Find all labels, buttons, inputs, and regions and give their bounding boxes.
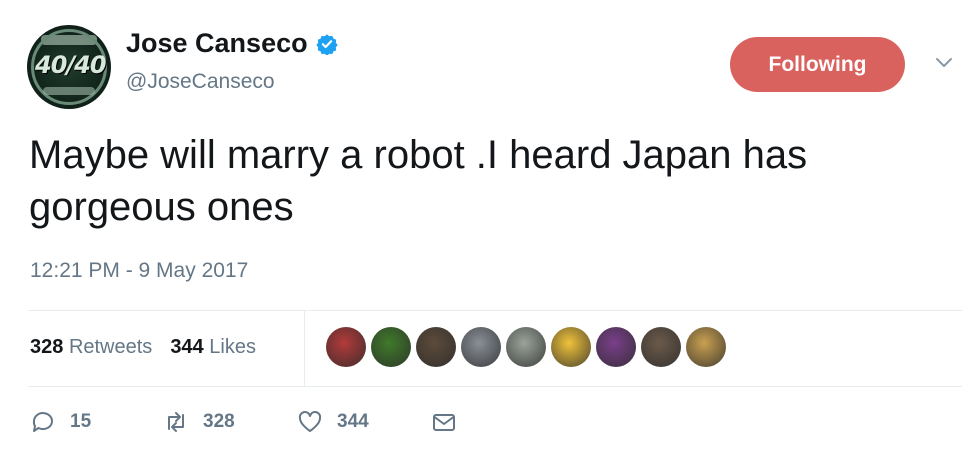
retweet-action[interactable]: 328 (163, 409, 297, 435)
heart-icon[interactable] (297, 409, 323, 435)
envelope-icon[interactable] (431, 409, 457, 435)
liker-avatar[interactable] (551, 327, 591, 367)
liker-avatar[interactable] (461, 327, 501, 367)
retweet-count: 328 (203, 411, 235, 432)
liker-avatar[interactable] (506, 327, 546, 367)
user-display-name[interactable]: Jose Canseco (126, 28, 308, 59)
following-button[interactable]: Following (730, 37, 905, 92)
liker-avatar[interactable] (686, 327, 726, 367)
user-name-row: Jose Canseco (126, 28, 338, 59)
likes-count: 344 (170, 336, 204, 358)
retweet-icon[interactable] (163, 409, 189, 435)
reply-icon[interactable] (30, 409, 56, 435)
tweet-timestamp[interactable]: 12:21 PM - 9 May 2017 (30, 259, 248, 283)
reply-action[interactable]: 15 (30, 409, 163, 435)
like-action[interactable]: 344 (297, 409, 431, 435)
liker-avatar[interactable] (371, 327, 411, 367)
likes-stat[interactable]: 344 Likes (170, 336, 256, 359)
tweet-actions: 15 328 344 (30, 409, 457, 435)
user-avatar[interactable]: 40/40 (27, 25, 111, 109)
divider-vertical (304, 311, 305, 386)
tweet-stats: 328 Retweets 344 Likes (30, 336, 256, 359)
reply-count: 15 (70, 411, 92, 432)
tweet-text: Maybe will marry a robot .I heard Japan … (29, 133, 808, 229)
divider-bottom (28, 386, 962, 387)
verified-badge-icon (315, 33, 338, 55)
retweets-count: 328 (30, 336, 64, 358)
liker-avatar[interactable] (596, 327, 636, 367)
chevron-down-icon[interactable] (934, 56, 954, 70)
avatar-band-bottom (43, 87, 95, 95)
liker-avatar[interactable] (326, 327, 366, 367)
retweets-label: Retweets (68, 336, 153, 358)
retweets-stat[interactable]: 328 Retweets (30, 336, 152, 359)
likes-label: Likes (209, 336, 256, 358)
message-action[interactable] (431, 409, 457, 435)
user-handle[interactable]: @JoseCanseco (126, 70, 275, 94)
avatar-logo-text: 40/40 (35, 51, 107, 79)
liker-avatar[interactable] (416, 327, 456, 367)
like-count: 344 (337, 411, 369, 432)
liker-avatar[interactable] (641, 327, 681, 367)
divider-top (28, 310, 962, 311)
liker-avatars (326, 327, 726, 367)
